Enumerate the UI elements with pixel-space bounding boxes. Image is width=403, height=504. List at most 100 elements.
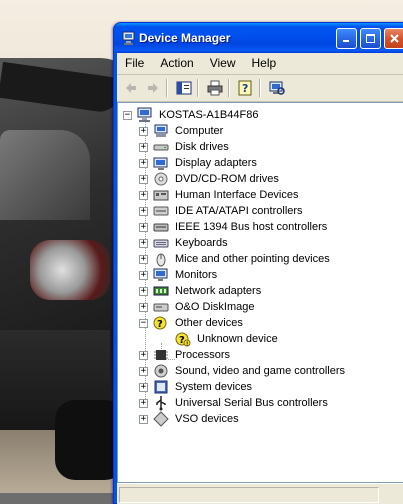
firewire-icon <box>153 219 169 235</box>
tree-category[interactable]: −? Other devices <box>139 315 245 331</box>
tree-category-label: Network adapters <box>175 285 262 297</box>
tree-category-label: Universal Serial Bus controllers <box>175 397 328 409</box>
tree-category[interactable]: + Computer <box>139 123 225 139</box>
hid-icon <box>153 187 169 203</box>
ide-controller-icon <box>153 203 169 219</box>
tree-category[interactable]: + Keyboards <box>139 235 230 251</box>
tree-category[interactable]: + IEEE 1394 Bus host controllers <box>139 219 329 235</box>
show-hide-tree-button[interactable] <box>174 78 194 98</box>
wallpaper-car-window <box>0 130 90 220</box>
diskimage-icon <box>153 299 169 315</box>
menu-bar: File Action View Help <box>117 53 403 75</box>
close-button[interactable] <box>384 28 403 49</box>
sound-icon <box>153 363 169 379</box>
collapse-icon[interactable]: − <box>139 318 148 328</box>
tree-device[interactable]: ?! Unknown device <box>175 331 280 347</box>
cdrom-icon <box>153 171 169 187</box>
tree-category-label: Sound, video and game controllers <box>175 365 345 377</box>
tree-category-label: IDE ATA/ATAPI controllers <box>175 205 303 217</box>
title-bar[interactable]: Device Manager <box>114 23 403 53</box>
tree-category[interactable]: + VSO devices <box>139 411 241 427</box>
tree-category[interactable]: + Disk drives <box>139 139 231 155</box>
tree-category[interactable]: + Universal Serial Bus controllers <box>139 395 330 411</box>
tree-category-label: Processors <box>175 349 231 361</box>
tree-category[interactable]: + Display adapters <box>139 155 259 171</box>
tree-category[interactable]: + Human Interface Devices <box>139 187 301 203</box>
tree-category[interactable]: + Sound, video and game controllers <box>139 363 347 379</box>
expand-icon[interactable]: + <box>139 222 148 232</box>
tree-device-label: Unknown device <box>197 333 278 345</box>
minimize-button[interactable] <box>336 28 357 49</box>
maximize-button[interactable] <box>360 28 381 49</box>
tree-category[interactable]: + DVD/CD-ROM drives <box>139 171 281 187</box>
scan-hardware-button[interactable] <box>267 78 287 98</box>
tree-category[interactable]: + Network adapters <box>139 283 263 299</box>
usb-icon <box>153 395 169 411</box>
wallpaper-car-taillight <box>30 240 110 300</box>
print-button[interactable] <box>205 78 225 98</box>
tree-category-label: Monitors <box>175 269 218 281</box>
show-hide-tree-icon <box>176 81 192 95</box>
tree-category-label: Computer <box>175 125 224 137</box>
tree-root[interactable]: − KOSTAS-A1B44F86 <box>123 107 260 123</box>
expand-icon[interactable]: + <box>139 174 148 184</box>
collapse-root-icon[interactable]: − <box>123 110 132 120</box>
help-button[interactable]: ? <box>236 78 256 98</box>
expand-icon[interactable]: + <box>139 302 148 312</box>
menu-action[interactable]: Action <box>152 53 201 74</box>
status-panel <box>119 487 379 503</box>
system-device-icon <box>153 379 169 395</box>
device-manager-icon <box>121 30 137 46</box>
menu-file[interactable]: File <box>117 53 152 74</box>
expand-icon[interactable]: + <box>139 366 148 376</box>
tree-category[interactable]: + IDE ATA/ATAPI controllers <box>139 203 305 219</box>
network-adapter-icon <box>153 283 169 299</box>
tree-category-label: VSO devices <box>175 413 239 425</box>
tree-category-label: DVD/CD-ROM drives <box>175 173 279 185</box>
window-title: Device Manager <box>139 31 231 45</box>
expand-icon[interactable]: + <box>139 238 148 248</box>
tree-category-label: Keyboards <box>175 237 228 249</box>
expand-icon[interactable]: + <box>139 254 148 264</box>
monitor-icon <box>153 267 169 283</box>
expand-icon[interactable]: + <box>139 206 148 216</box>
toolbar-separator <box>259 79 261 97</box>
vso-icon <box>153 411 169 427</box>
computer-root-icon <box>137 107 153 123</box>
expand-icon[interactable]: + <box>139 414 148 424</box>
toolbar-separator <box>228 79 230 97</box>
back-button[interactable] <box>121 78 141 98</box>
disk-drive-icon <box>153 139 169 155</box>
tree-category[interactable]: + Monitors <box>139 267 219 283</box>
unknown-device-icon: ? <box>153 315 169 331</box>
tree-category-label: System devices <box>175 381 253 393</box>
toolbar-separator <box>166 79 168 97</box>
expand-icon[interactable]: + <box>139 142 148 152</box>
expand-icon[interactable]: + <box>139 350 148 360</box>
tree-category[interactable]: + Processors <box>139 347 232 363</box>
close-icon <box>390 34 399 43</box>
tree-root-label: KOSTAS-A1B44F86 <box>159 109 259 121</box>
expand-icon[interactable]: + <box>139 398 148 408</box>
expand-icon[interactable]: + <box>139 126 148 136</box>
expand-icon[interactable]: + <box>139 382 148 392</box>
menu-help[interactable]: Help <box>244 53 285 74</box>
tree-category[interactable]: + Mice and other pointing devices <box>139 251 332 267</box>
svg-text:?: ? <box>157 319 163 330</box>
tree-category[interactable]: + O&O DiskImage <box>139 299 256 315</box>
tree-category[interactable]: + System devices <box>139 379 254 395</box>
tree-category-label: Mice and other pointing devices <box>175 253 330 265</box>
expand-icon[interactable]: + <box>139 286 148 296</box>
device-manager-window: Device Manager File Action View Help ? −… <box>113 22 403 504</box>
menu-view[interactable]: View <box>202 53 244 74</box>
keyboard-icon <box>153 235 169 251</box>
expand-icon[interactable]: + <box>139 270 148 280</box>
unknown-device-warning-icon: ?! <box>175 331 191 347</box>
tree-category-label: O&O DiskImage <box>175 301 255 313</box>
status-bar <box>117 483 403 504</box>
expand-icon[interactable]: + <box>139 158 148 168</box>
minimize-icon <box>343 40 349 42</box>
forward-button[interactable] <box>143 78 163 98</box>
expand-icon[interactable]: + <box>139 190 148 200</box>
toolbar: ? <box>117 75 403 102</box>
